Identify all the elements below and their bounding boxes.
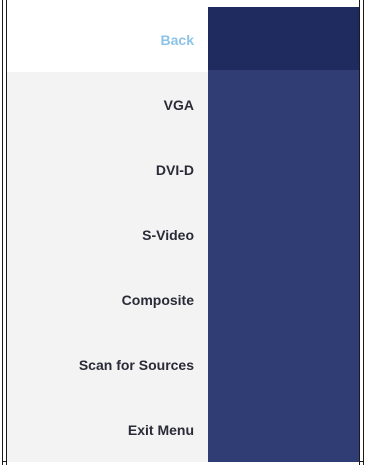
frame-border-right-inner <box>359 0 360 465</box>
menu-item-vga[interactable]: VGA <box>7 72 208 137</box>
frame-border-left-outer <box>2 0 3 465</box>
menu-item-scan-for-sources[interactable]: Scan for Sources <box>7 332 208 397</box>
menu-item-label: VGA <box>163 96 194 113</box>
menu-item-s-video[interactable]: S-Video <box>7 202 208 267</box>
content-panel <box>208 7 359 462</box>
menu-item-label: S-Video <box>142 226 194 243</box>
menu-item-label: Exit Menu <box>127 421 194 438</box>
menu-item-composite[interactable]: Composite <box>7 267 208 332</box>
menu-item-dvi-d[interactable]: DVI-D <box>7 137 208 202</box>
input-source-menu: Back VGA DVI-D S-Video Composite Scan fo… <box>7 7 208 462</box>
menu-item-label: Composite <box>121 291 194 308</box>
menu-item-label: Back <box>160 31 194 48</box>
frame-border-right-outer <box>363 0 364 465</box>
menu-item-back[interactable]: Back <box>7 7 208 72</box>
panel-header-bar <box>208 7 359 70</box>
menu-item-label: Scan for Sources <box>78 356 194 373</box>
osd-window: Back VGA DVI-D S-Video Composite Scan fo… <box>0 0 366 465</box>
menu-item-label: DVI-D <box>155 161 194 178</box>
menu-item-exit-menu[interactable]: Exit Menu <box>7 397 208 462</box>
